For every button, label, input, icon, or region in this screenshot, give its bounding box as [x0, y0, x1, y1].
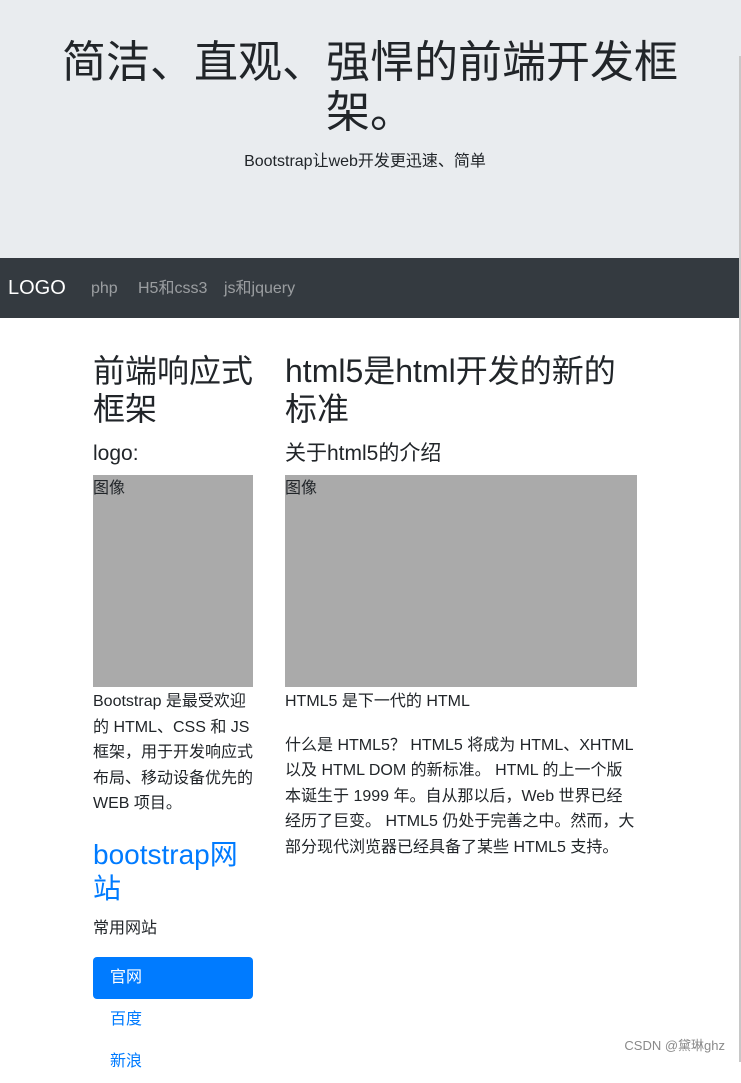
logo-image-placeholder: 图像 [93, 475, 253, 687]
sites-nav: 官网 百度 新浪 [93, 957, 253, 1083]
main-image-caption: HTML5 是下一代的 HTML [285, 693, 470, 710]
image-label: 图像 [285, 480, 318, 497]
nav-pill-official-site[interactable]: 官网 [93, 957, 253, 999]
sidebar-description: Bootstrap 是最受欢迎的 HTML、CSS 和 JS 框架，用于开发响应… [93, 693, 254, 812]
sidebar-heading: 前端响应式框架 [93, 353, 254, 427]
jumbotron-subtitle: Bootstrap让web开发更迅速、简单 [244, 153, 486, 170]
main-body-text: 什么是 HTML5？ HTML5 将成为 HTML、XHTML 以及 HTML … [285, 736, 635, 856]
main-heading: html5是html开发的新的标准 [285, 353, 616, 427]
nav-pill-sina[interactable]: 新浪 [93, 1041, 253, 1083]
sidebar-subheading: logo: [93, 442, 139, 465]
sites-caption: 常用网站 [93, 919, 158, 937]
main-image-placeholder: 图像 [285, 475, 637, 687]
jumbotron-title: 简洁、直观、强悍的前端开发框架。 [62, 38, 678, 137]
main-subheading: 关于html5的介绍 [285, 442, 442, 465]
nav-link-h5-css3[interactable]: H5和css3 [138, 278, 207, 300]
image-label: 图像 [93, 480, 126, 497]
nav-link-js-jquery[interactable]: js和jquery [224, 278, 295, 300]
nav-link-php[interactable]: php [91, 278, 118, 300]
navbar: LOGO php H5和css3 js和jquery [0, 258, 739, 318]
nav-pill-baidu[interactable]: 百度 [93, 999, 253, 1041]
navbar-brand-logo[interactable]: LOGO [8, 275, 66, 301]
sidebar-column: 前端响应式框架 logo: 图像 Bootstrap 是最受欢迎的 HTML、C… [93, 352, 253, 1083]
jumbotron: 简洁、直观、强悍的前端开发框架。 Bootstrap让web开发更迅速、简单 [0, 0, 741, 258]
main-column: html5是html开发的新的标准 关于html5的介绍 图像 HTML5 是下… [285, 352, 637, 860]
bootstrap-site-title: bootstrap网站 [93, 838, 238, 904]
csdn-watermark: CSDN @黛琳ghz [624, 1038, 725, 1053]
